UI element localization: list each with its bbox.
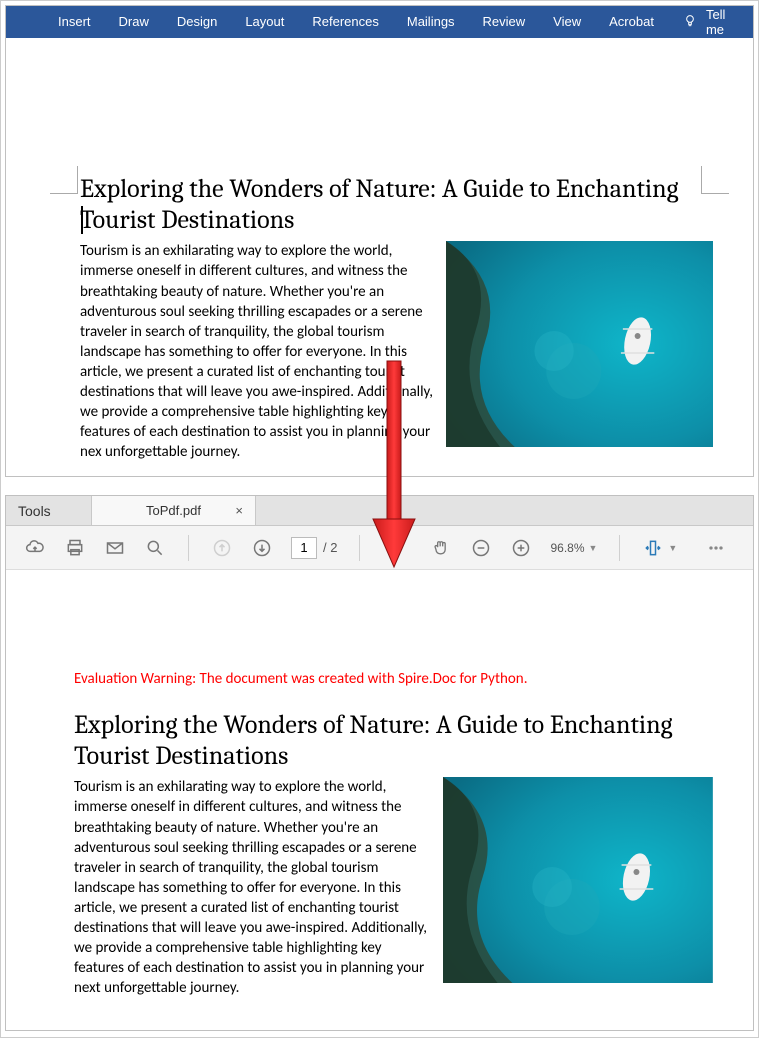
toolbar-separator	[359, 535, 360, 561]
pdf-window: Tools ToPdf.pdf × / 2	[5, 495, 754, 1031]
prev-page-icon[interactable]	[211, 537, 233, 559]
more-tools-icon[interactable]	[705, 537, 727, 559]
ribbon-tab-mailings[interactable]: Mailings	[393, 6, 469, 38]
document-image-ocean	[446, 241, 713, 447]
print-icon[interactable]	[64, 537, 86, 559]
pdf-document-page[interactable]: Evaluation Warning: The document was cre…	[6, 570, 753, 1030]
document-title: Exploring the Wonders of Nature: A Guide…	[80, 174, 713, 235]
text-cursor	[81, 206, 83, 234]
hand-tool-icon[interactable]	[430, 537, 452, 559]
page-total-label: / 2	[323, 540, 337, 555]
page-corner-mark	[50, 166, 78, 194]
pdf-body-text: Tourism is an exhilarating way to explor…	[74, 777, 431, 998]
fit-width-icon[interactable]	[642, 537, 664, 559]
zoom-dropdown[interactable]: 96.8% ▼	[550, 541, 597, 555]
page-corner-mark	[701, 166, 729, 194]
file-tab-name: ToPdf.pdf	[146, 503, 201, 518]
chevron-down-icon: ▼	[589, 543, 598, 553]
next-page-icon[interactable]	[251, 537, 273, 559]
tell-me-label: Tell me	[706, 7, 739, 37]
close-tab-icon[interactable]: ×	[235, 503, 243, 518]
tell-me-search[interactable]: Tell me	[668, 7, 753, 37]
evaluation-warning-text: Evaluation Warning: The document was cre…	[74, 670, 713, 688]
zoom-in-icon[interactable]	[510, 537, 532, 559]
toolbar-separator	[188, 535, 189, 561]
mail-icon[interactable]	[104, 537, 126, 559]
search-icon[interactable]	[144, 537, 166, 559]
zoom-value: 96.8%	[550, 541, 584, 555]
ribbon-tab-view[interactable]: View	[539, 6, 595, 38]
conversion-arrow-icon	[371, 359, 417, 571]
pdf-image-ocean	[443, 777, 713, 983]
ribbon-tab-layout[interactable]: Layout	[231, 6, 298, 38]
pdf-document-title: Exploring the Wonders of Nature: A Guide…	[74, 710, 713, 771]
word-ribbon: Insert Draw Design Layout References Mai…	[6, 6, 753, 38]
cloud-upload-icon[interactable]	[24, 537, 46, 559]
zoom-out-icon[interactable]	[470, 537, 492, 559]
ribbon-tab-review[interactable]: Review	[469, 6, 540, 38]
page-number-input[interactable]	[291, 537, 317, 559]
toolbar-separator	[619, 535, 620, 561]
ribbon-tab-acrobat[interactable]: Acrobat	[595, 6, 668, 38]
ribbon-tab-design[interactable]: Design	[163, 6, 231, 38]
lightbulb-icon	[682, 13, 698, 32]
chevron-down-icon[interactable]: ▼	[668, 543, 677, 553]
file-tab[interactable]: ToPdf.pdf ×	[92, 496, 256, 525]
page-navigator: / 2	[291, 537, 337, 559]
ribbon-tab-references[interactable]: References	[298, 6, 392, 38]
ribbon-tab-draw[interactable]: Draw	[105, 6, 163, 38]
tools-tab[interactable]: Tools	[6, 496, 92, 525]
pdf-document-content: Tourism is an exhilarating way to explor…	[74, 777, 713, 998]
ribbon-tab-insert[interactable]: Insert	[44, 6, 105, 38]
